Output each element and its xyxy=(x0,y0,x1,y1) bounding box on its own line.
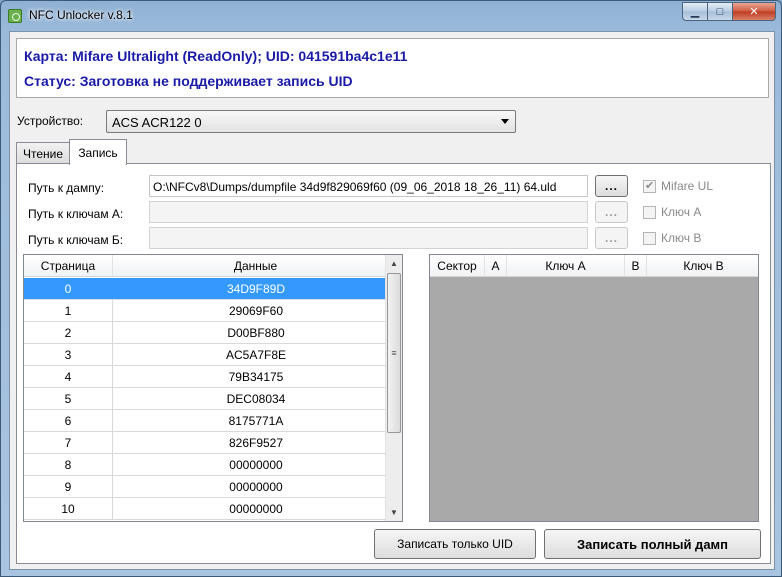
column-header-b[interactable]: B xyxy=(625,255,647,276)
page-data-cell: 8175771A xyxy=(113,410,400,431)
key-b-checkbox[interactable] xyxy=(643,232,656,245)
client-area: Карта: Mifare Ultralight (ReadOnly); UID… xyxy=(9,31,775,570)
page-number-cell: 9 xyxy=(24,476,113,497)
table-row[interactable]: 7 826F9527 xyxy=(24,432,400,454)
key-b-label: Ключ B xyxy=(661,231,702,245)
keys-a-path-field[interactable] xyxy=(149,201,588,223)
scroll-thumb[interactable]: ≡ xyxy=(387,273,401,433)
key-a-label: Ключ А xyxy=(661,205,702,219)
nfc-app-icon xyxy=(8,9,22,23)
key-a-checkbox[interactable] xyxy=(643,206,656,219)
column-header-a[interactable]: A xyxy=(485,255,507,276)
scroll-up-icon[interactable]: ▲ xyxy=(386,255,402,272)
page-number-cell: 1 xyxy=(24,300,113,321)
table-row[interactable]: 10 00000000 xyxy=(24,498,400,520)
maximize-button[interactable]: □ xyxy=(708,2,733,21)
column-header-sector[interactable]: Сектор xyxy=(430,255,485,276)
table-row[interactable]: 0 34D9F89D xyxy=(24,278,400,300)
write-uid-only-button[interactable]: Записать только UID xyxy=(374,529,536,559)
tab-read-label: Чтение xyxy=(22,146,64,161)
page-data-cell: 79B34175 xyxy=(113,366,400,387)
table-row[interactable]: 9 00000000 xyxy=(24,476,400,498)
page-data-cell: DEC08034 xyxy=(113,388,400,409)
vertical-scrollbar[interactable]: ▲ ≡ ▼ xyxy=(385,255,402,521)
card-info-box: Карта: Mifare Ultralight (ReadOnly); UID… xyxy=(16,38,769,98)
page-data-cell: 826F9527 xyxy=(113,432,400,453)
minimize-icon: ▁ xyxy=(690,6,700,18)
device-select[interactable]: ACS ACR122 0 xyxy=(106,110,516,133)
chevron-down-icon xyxy=(501,119,509,124)
title-bar[interactable]: NFC Unlocker v.8.1 ▁ □ ✕ xyxy=(1,1,781,31)
page-data-cell: 29069F60 xyxy=(113,300,400,321)
page-number-cell: 8 xyxy=(24,454,113,475)
window-title: NFC Unlocker v.8.1 xyxy=(29,8,133,22)
table-row[interactable]: 2 D00BF880 xyxy=(24,322,400,344)
column-header-key-b[interactable]: Ключ B xyxy=(647,255,758,276)
table-row[interactable]: 3 AC5A7F8E xyxy=(24,344,400,366)
page-data-cell: 00000000 xyxy=(113,498,400,519)
sectors-table-header: Сектор A Ключ A B Ключ B xyxy=(430,255,758,277)
page-data-cell: AC5A7F8E xyxy=(113,344,400,365)
table-row[interactable]: 4 79B34175 xyxy=(24,366,400,388)
page-number-cell: 3 xyxy=(24,344,113,365)
maximize-icon: □ xyxy=(716,5,724,18)
sectors-table[interactable]: Сектор A Ключ A B Ключ B xyxy=(429,254,759,522)
page-number-cell: 10 xyxy=(24,498,113,519)
page-number-cell: 2 xyxy=(24,322,113,343)
dump-path-label: Путь к дампу: xyxy=(28,181,105,195)
column-header-data[interactable]: Данные xyxy=(113,255,399,276)
write-full-dump-button[interactable]: Записать полный дамп xyxy=(544,529,761,559)
device-label: Устройство: xyxy=(17,114,84,128)
browse-keys-a-button[interactable]: ... xyxy=(595,201,628,223)
card-info-text: Карта: Mifare Ultralight (ReadOnly); UID… xyxy=(24,48,408,64)
page-number-cell: 4 xyxy=(24,366,113,387)
page-data-cell: 00000000 xyxy=(113,454,400,475)
pages-table[interactable]: Страница Данные 0 34D9F89D 1 29069F60 2 D00BF… xyxy=(23,254,403,522)
tab-write[interactable]: Запись xyxy=(69,139,127,165)
column-header-page[interactable]: Страница xyxy=(24,255,113,276)
page-number-cell: 6 xyxy=(24,410,113,431)
keys-b-path-label: Путь к ключам Б: xyxy=(28,233,124,247)
table-row[interactable]: 1 29069F60 xyxy=(24,300,400,322)
close-icon: ✕ xyxy=(749,6,759,18)
table-row[interactable]: 6 8175771A xyxy=(24,410,400,432)
pages-table-header: Страница Данные xyxy=(24,255,399,277)
mifare-ul-checkbox[interactable] xyxy=(643,179,656,193)
page-number-cell: 0 xyxy=(24,278,113,299)
dump-path-field[interactable]: O:\NFCv8\Dumps/dumpfile 34d9f829069f60 (… xyxy=(149,175,588,197)
page-data-cell: 00000000 xyxy=(113,476,400,497)
mifare-ul-label: Mifare UL xyxy=(661,179,714,193)
table-row[interactable]: 5 DEC08034 xyxy=(24,388,400,410)
status-text: Статус: Заготовка не поддерживает запись… xyxy=(24,73,353,89)
page-data-cell: D00BF880 xyxy=(113,322,400,343)
minimize-button[interactable]: ▁ xyxy=(682,2,708,21)
browse-dump-button[interactable]: ... xyxy=(595,175,628,197)
app-window: NFC Unlocker v.8.1 ▁ □ ✕ Карта: Mifare U… xyxy=(0,0,782,577)
keys-b-path-field[interactable] xyxy=(149,227,588,249)
page-data-cell: 34D9F89D xyxy=(113,278,400,299)
device-select-value: ACS ACR122 0 xyxy=(112,115,202,130)
page-number-cell: 7 xyxy=(24,432,113,453)
close-button[interactable]: ✕ xyxy=(733,2,776,21)
scroll-down-icon[interactable]: ▼ xyxy=(386,504,402,521)
page-number-cell: 5 xyxy=(24,388,113,409)
pages-table-body: 0 34D9F89D 1 29069F60 2 D00BF880 3 AC5A7F8E 4 79B… xyxy=(24,278,400,520)
browse-keys-b-button[interactable]: ... xyxy=(595,227,628,249)
tab-read[interactable]: Чтение xyxy=(16,142,70,164)
window-controls: ▁ □ ✕ xyxy=(682,2,776,21)
column-header-key-a[interactable]: Ключ A xyxy=(507,255,625,276)
keys-a-path-label: Путь к ключам А: xyxy=(28,207,124,221)
table-row[interactable]: 8 00000000 xyxy=(24,454,400,476)
tab-write-label: Запись xyxy=(78,145,118,160)
